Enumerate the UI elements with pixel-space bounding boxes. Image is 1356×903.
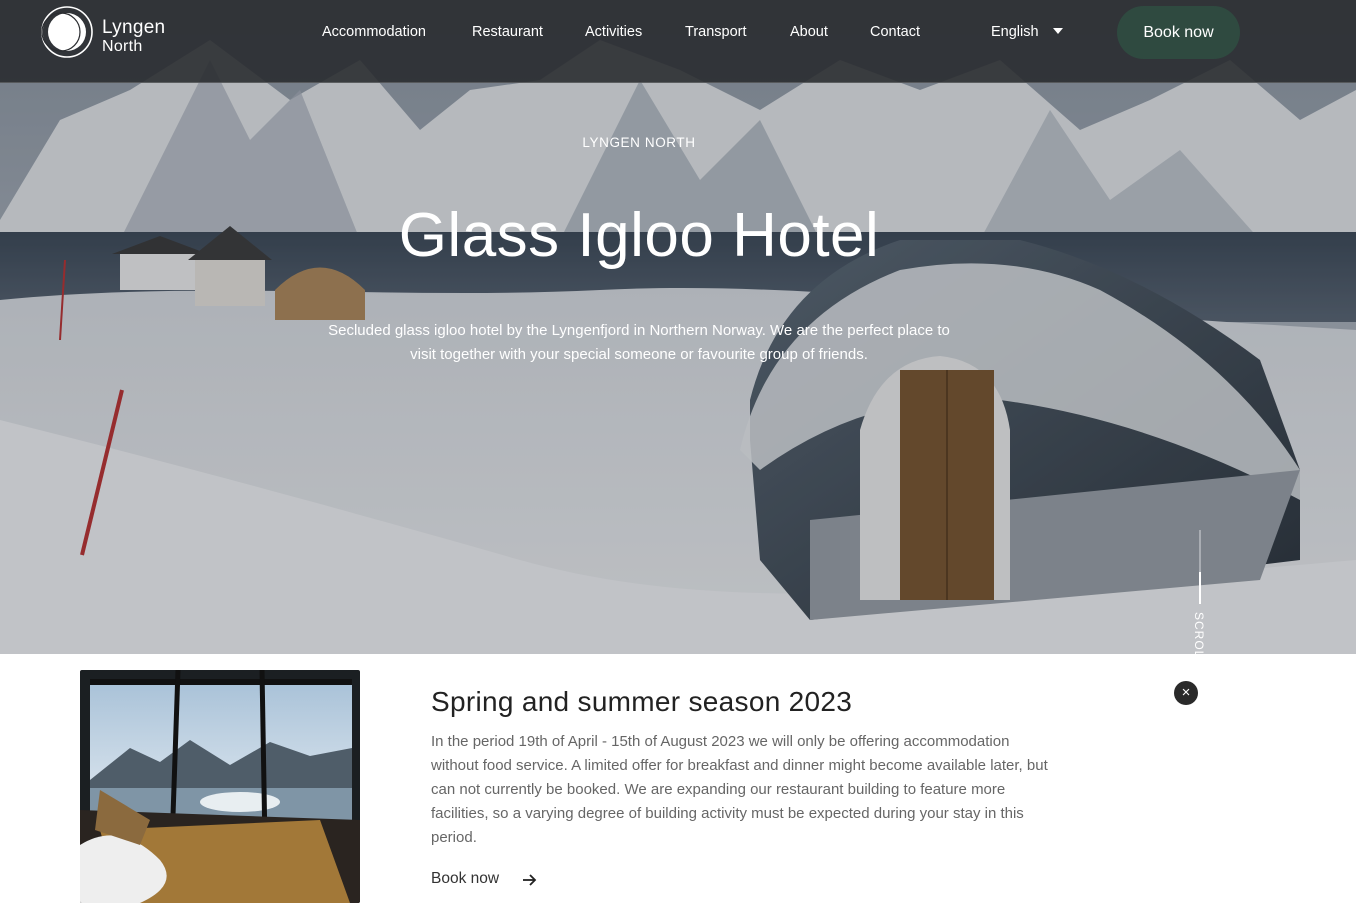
- hero-section: LYNGEN NORTH Glass Igloo Hotel Secluded …: [0, 0, 1356, 654]
- hero-description: Secluded glass igloo hotel by the Lyngen…: [328, 322, 950, 363]
- notice-book-link[interactable]: Book now: [431, 870, 499, 888]
- nav-about[interactable]: About: [790, 22, 828, 42]
- nav-activities[interactable]: Activities: [585, 22, 642, 42]
- logo-icon: [41, 6, 93, 58]
- nav-contact[interactable]: Contact: [870, 22, 920, 42]
- igloo-interior-image: [80, 670, 360, 903]
- hero-eyebrow: LYNGEN NORTH: [582, 135, 696, 150]
- brand-name-line1: Lyngen: [102, 17, 166, 38]
- arrow-right-icon[interactable]: [520, 870, 540, 890]
- brand-name-line2: North: [102, 38, 143, 55]
- nav-accommodation[interactable]: Accommodation: [322, 22, 426, 42]
- book-now-button[interactable]: Book now: [1117, 6, 1240, 59]
- notice-title: Spring and summer season 2023: [431, 686, 853, 717]
- nav-transport[interactable]: Transport: [685, 22, 747, 42]
- chevron-down-icon[interactable]: [1053, 28, 1063, 34]
- season-notice: Spring and summer season 2023 In the per…: [0, 654, 1356, 903]
- scroll-indicator-progress: [1199, 572, 1201, 604]
- scroll-label[interactable]: SCROLL: [1192, 612, 1206, 654]
- site-header: Lyngen North Accommodation Restaurant Ac…: [0, 0, 1356, 83]
- brand-logo[interactable]: Lyngen North: [40, 5, 180, 59]
- language-selector[interactable]: English: [991, 22, 1039, 42]
- hero-title: Glass Igloo Hotel: [398, 201, 880, 270]
- notice-body: In the period 19th of April - 15th of Au…: [431, 733, 1048, 846]
- close-icon[interactable]: ×: [1174, 681, 1198, 705]
- nav-restaurant[interactable]: Restaurant: [472, 22, 543, 42]
